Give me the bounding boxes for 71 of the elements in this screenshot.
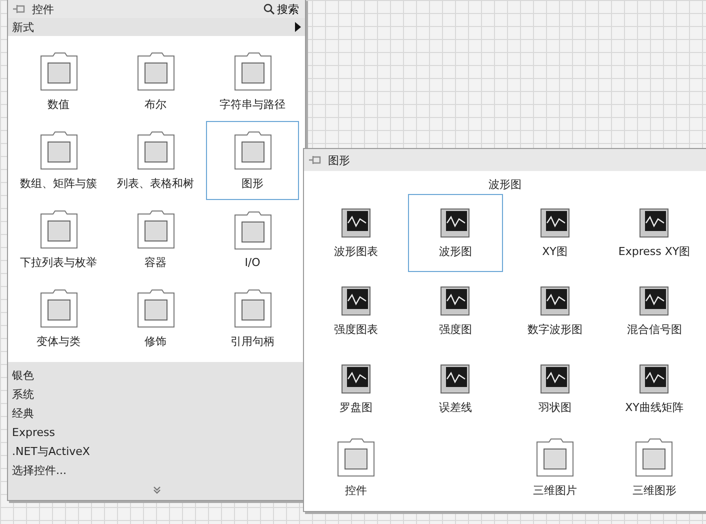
search-icon — [263, 3, 275, 15]
palette-item[interactable]: 修饰 — [109, 279, 202, 358]
category-label: 新式 — [12, 20, 34, 34]
subpalette-title: 图形 — [328, 152, 351, 168]
palette-item[interactable]: 下拉列表与枚举 — [12, 200, 105, 279]
folder-icon — [336, 436, 375, 476]
graph-icon — [340, 208, 371, 238]
palette-item[interactable]: 控件 — [308, 428, 404, 506]
palette-item[interactable]: 强度图 — [408, 272, 503, 350]
folder-icon — [136, 51, 174, 91]
palette-item[interactable]: XY曲线矩阵 — [606, 350, 702, 428]
folder-icon — [234, 288, 272, 328]
palette-item[interactable]: 波形图 — [408, 194, 503, 272]
palette-category[interactable]: Express — [12, 423, 301, 442]
folder-icon — [40, 288, 78, 328]
palette-item[interactable]: 字符串与路径 — [206, 42, 299, 121]
palette-category[interactable]: 经典 — [12, 404, 301, 423]
pin-icon[interactable] — [308, 153, 322, 167]
palette-item[interactable]: 波形图表 — [308, 194, 404, 272]
palette-item[interactable]: 混合信号图 — [606, 272, 702, 350]
folder-icon — [40, 130, 78, 170]
palette-category[interactable]: .NET与ActiveX — [12, 442, 301, 461]
palette-item[interactable]: 羽状图 — [507, 350, 602, 428]
folder-icon — [234, 51, 272, 91]
search-button[interactable]: 搜索 — [261, 2, 301, 16]
folder-icon — [635, 436, 674, 476]
palette-item[interactable]: 误差线 — [408, 350, 503, 428]
palette-item[interactable]: 强度图表 — [308, 272, 404, 350]
folder-icon — [40, 51, 78, 91]
folder-icon — [136, 288, 174, 328]
palette-item[interactable]: 图形 — [206, 121, 299, 200]
palette-item[interactable]: 罗盘图 — [308, 350, 404, 428]
pin-icon[interactable] — [12, 2, 26, 16]
group-label: 波形图 — [488, 177, 522, 193]
folder-icon — [536, 436, 574, 476]
palette-item[interactable]: 三维图片 — [507, 428, 602, 506]
palette-item[interactable]: 数组、矩阵与簇 — [12, 121, 105, 200]
graph-icon — [540, 286, 570, 316]
folder-icon — [40, 209, 78, 249]
folder-icon — [234, 130, 272, 170]
palette-item[interactable]: 数值 — [12, 42, 105, 121]
palette-item[interactable]: 引用句柄 — [206, 279, 299, 358]
graph-icon — [639, 208, 670, 238]
graph-icon — [440, 286, 470, 316]
graph-icon — [540, 208, 570, 238]
palette-item[interactable]: XY图 — [507, 194, 602, 272]
graph-icon — [340, 286, 371, 316]
palette-title: 控件 — [32, 2, 55, 16]
graph-icon — [440, 208, 470, 238]
submenu-arrow-icon — [295, 22, 301, 32]
category-row[interactable]: 新式 — [8, 18, 305, 36]
palette-item[interactable]: 容器 — [109, 200, 202, 279]
palette-item[interactable]: 三维图形 — [606, 428, 702, 506]
palette-category[interactable]: 银色 — [12, 366, 301, 385]
palette-item[interactable]: I/O — [206, 200, 299, 279]
graph-icon — [440, 364, 470, 394]
palette-category[interactable]: 系统 — [12, 385, 301, 404]
palette-item[interactable]: 布尔 — [109, 42, 202, 121]
folder-icon — [136, 209, 174, 249]
expand-icon[interactable] — [152, 486, 160, 494]
graph-icon — [340, 364, 371, 394]
graph-icon — [540, 364, 570, 394]
graph-icon — [639, 286, 670, 316]
folder-icon — [136, 130, 174, 170]
folder-icon — [234, 210, 272, 250]
palette-item[interactable]: 变体与类 — [12, 279, 105, 358]
palette-category[interactable]: 选择控件... — [12, 461, 301, 480]
palette-item[interactable]: 列表、表格和树 — [109, 121, 202, 200]
graph-icon — [639, 364, 670, 394]
palette-item[interactable]: Express XY图 — [606, 194, 702, 272]
palette-item[interactable]: 数字波形图 — [507, 272, 602, 350]
